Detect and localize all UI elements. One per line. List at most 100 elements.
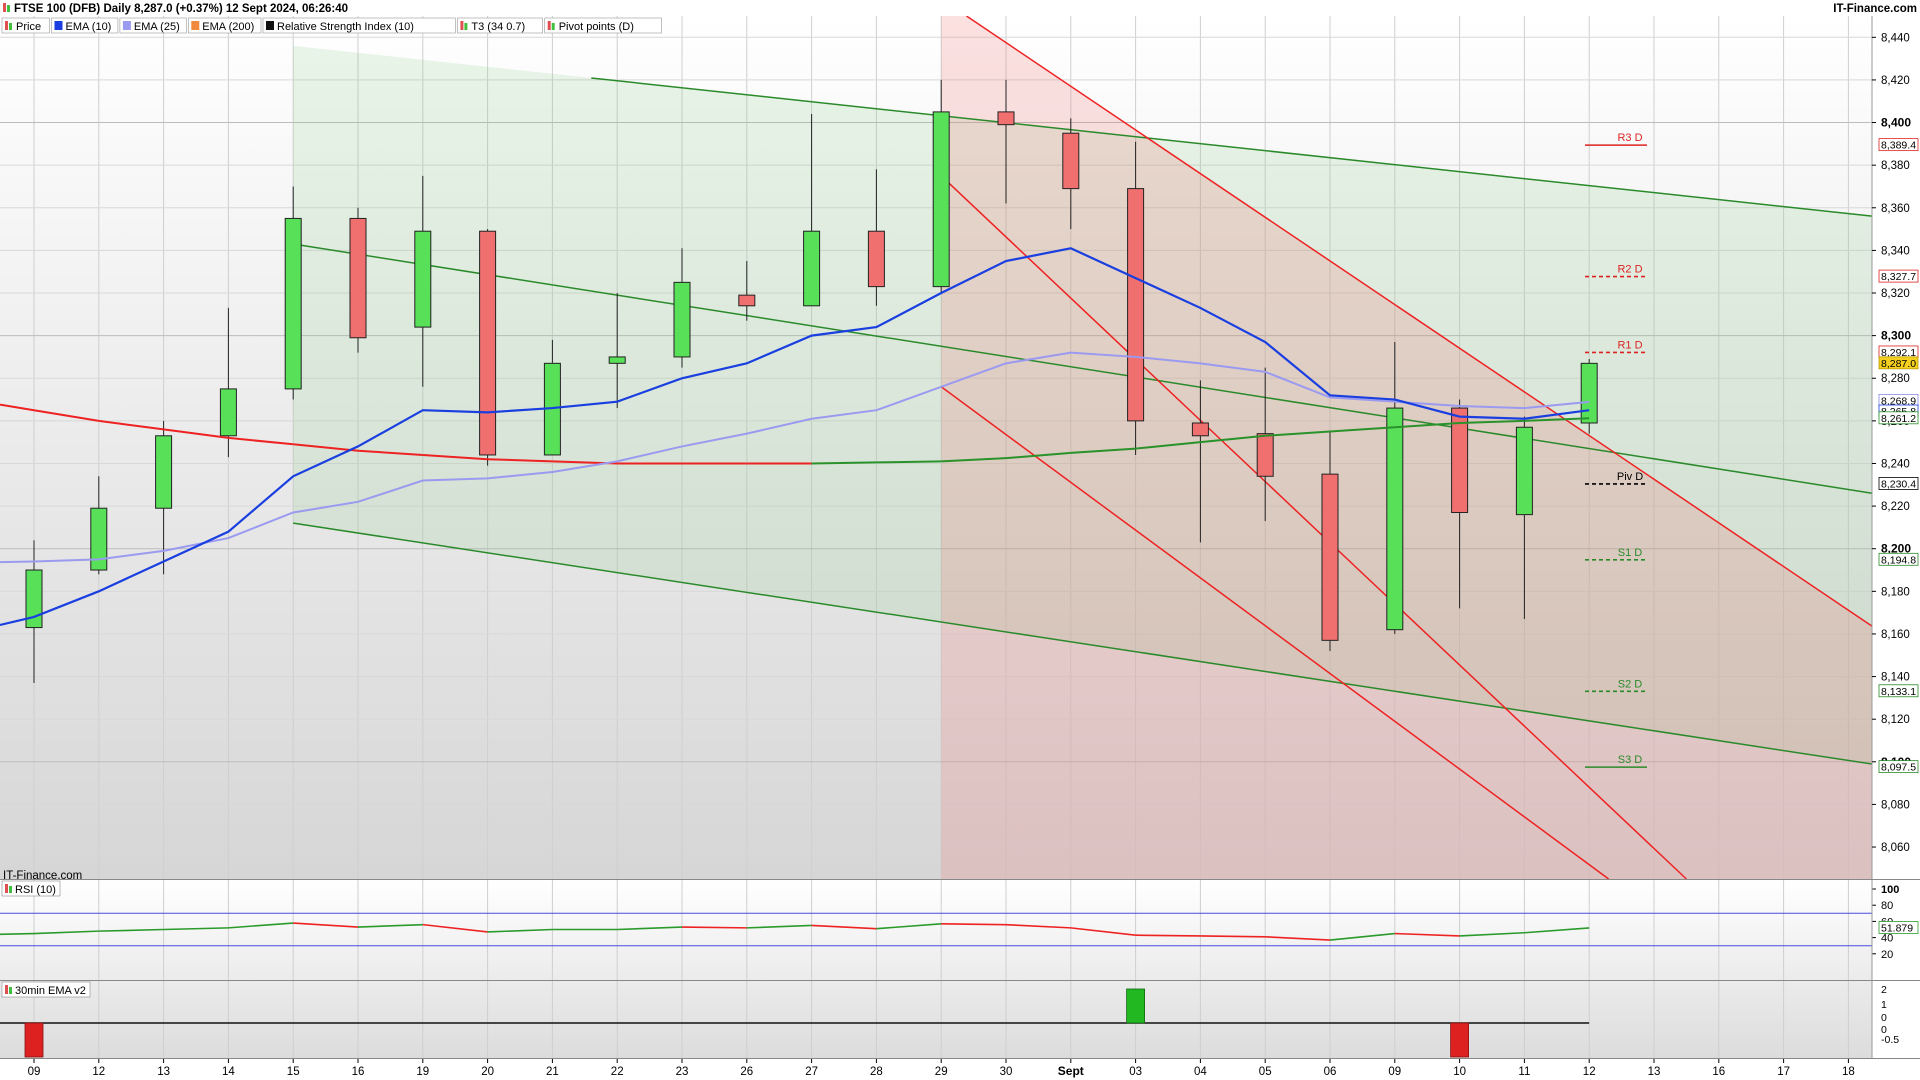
candle-icon-part <box>460 21 464 30</box>
ema30-y-tick-label: 2 <box>1881 984 1887 996</box>
x-tick-label: 13 <box>157 1066 170 1078</box>
legend-item-label: EMA (10) <box>66 21 112 33</box>
rsi-value-text: 51.879 <box>1881 922 1913 934</box>
candle-down <box>997 111 1015 126</box>
y-tick-label: 8,320 <box>1881 288 1910 300</box>
price-tag-text: 8,194.8 <box>1881 554 1916 566</box>
legend-item[interactable]: EMA (25) <box>119 17 187 34</box>
candle-icon-part <box>5 21 8 30</box>
legend-bar: Price EMA (10) EMA (25) EMA (200) Relative S… <box>1 17 662 34</box>
sub-pane-background <box>0 880 1872 1058</box>
color-swatch-icon <box>54 21 63 30</box>
rsi-label-box[interactable]: RSI (10) <box>1 880 61 897</box>
pivot-label: R2 D <box>1617 264 1642 276</box>
candle-down <box>1321 473 1339 641</box>
candle-down <box>349 217 367 339</box>
y-tick-label: 8,140 <box>1881 672 1910 684</box>
x-tick-label: 11 <box>1518 1066 1530 1078</box>
candle-up <box>1515 426 1533 516</box>
ema30-bar-negative <box>1450 1022 1469 1058</box>
y-tick-label: 8,340 <box>1881 245 1910 257</box>
candle-up <box>219 388 237 437</box>
y-tick-label: 8,240 <box>1881 458 1910 470</box>
x-tick-label: 22 <box>611 1066 624 1078</box>
pivot-label: S1 D <box>1618 547 1643 559</box>
y-tick-label: 8,060 <box>1881 842 1910 854</box>
watermark: IT-Finance.com <box>3 870 82 882</box>
candle-up <box>284 217 302 390</box>
pivot-label: S2 D <box>1618 678 1643 690</box>
ema30-label-box[interactable]: 30min EMA v2 <box>1 981 91 998</box>
ema30-pane-label: 30min EMA v2 <box>15 985 86 997</box>
rsi-line-segment <box>0 932 35 936</box>
x-tick-label: 06 <box>1324 1066 1337 1078</box>
price-tag-text: 8,389.4 <box>1881 140 1916 152</box>
candle-icon-part <box>9 23 12 30</box>
legend-item-label: Pivot points (D) <box>559 21 634 33</box>
candle-down <box>1191 422 1209 437</box>
x-tick-label: 09 <box>28 1066 41 1078</box>
candle-up <box>673 281 691 358</box>
ema30-bar-negative <box>24 1022 44 1058</box>
legend-item-label: EMA (25) <box>134 21 180 33</box>
x-tick-label: 28 <box>870 1066 883 1078</box>
x-tick-label: 04 <box>1194 1066 1207 1078</box>
candle-up <box>803 230 821 307</box>
candle-up <box>155 435 173 509</box>
candle-up <box>1580 362 1598 424</box>
y-tick-label: 8,120 <box>1881 714 1910 726</box>
x-tick-label: 17 <box>1777 1066 1790 1078</box>
candle-up <box>90 507 108 571</box>
price-tag-text: 8,327.7 <box>1881 271 1916 283</box>
legend-item[interactable]: Pivot points (D) <box>544 17 662 34</box>
ema30-y-tick-label: 0 <box>1881 1012 1887 1024</box>
price-tag-text: 8,097.5 <box>1881 762 1916 774</box>
x-tick-label: 23 <box>676 1066 689 1078</box>
brand-label: IT-Finance.com <box>1833 3 1917 15</box>
candle-icon-part <box>547 21 551 30</box>
x-tick-label: 05 <box>1259 1066 1272 1078</box>
y-tick-label: 8,400 <box>1881 116 1911 130</box>
pivot-label: R1 D <box>1617 339 1642 351</box>
legend-item-label: Price <box>16 21 41 33</box>
y-tick-label: 8,080 <box>1881 799 1910 811</box>
y-tick-label: 8,160 <box>1881 629 1910 641</box>
x-tick-label: 19 <box>416 1066 429 1078</box>
candle-up <box>608 356 626 364</box>
x-tick-label: 14 <box>222 1066 235 1078</box>
x-tick-label: 16 <box>352 1066 365 1078</box>
candle-icon-part <box>464 23 468 30</box>
legend-item[interactable]: T3 (34 0.7) <box>457 17 543 34</box>
chart-canvas: R3 DR2 DR1 DPiv DS1 DS2 DS3 D 1008060402… <box>0 0 1920 1080</box>
rsi-line-segment <box>1200 935 1266 938</box>
legend-item-label: Relative Strength Index (10) <box>277 21 414 33</box>
rsi-line-segment <box>941 923 1007 926</box>
x-tick-label: Sept <box>1058 1064 1084 1078</box>
legend-item[interactable]: Relative Strength Index (10) <box>262 17 456 34</box>
ema30-y-tick-label: -0.5 <box>1881 1034 1899 1046</box>
x-tick-label: 26 <box>740 1066 753 1078</box>
color-swatch-icon <box>191 21 200 30</box>
x-tick-label: 15 <box>287 1066 300 1078</box>
x-tick-label: 29 <box>935 1066 948 1078</box>
legend-item[interactable]: EMA (10) <box>51 17 119 34</box>
rsi-pane-label: RSI (10) <box>15 884 56 896</box>
candle-down <box>1127 188 1145 422</box>
candle-down <box>738 294 756 307</box>
rsi-y-tick-label: 20 <box>1881 949 1893 961</box>
color-swatch-icon <box>122 21 131 30</box>
legend-item[interactable]: EMA (200) <box>188 17 262 34</box>
y-tick-label: 8,440 <box>1881 32 1910 44</box>
y-tick-label: 8,220 <box>1881 501 1910 513</box>
y-tick-label: 8,280 <box>1881 373 1910 385</box>
y-tick-label: 8,420 <box>1881 75 1910 87</box>
candle-down <box>479 230 497 456</box>
rsi-line-segment <box>681 926 747 929</box>
x-tick-label: 10 <box>1453 1066 1466 1078</box>
legend-item-label: T3 (34 0.7) <box>471 21 525 33</box>
price-tag-text: 8,261.2 <box>1881 413 1916 425</box>
y-tick-label: 8,380 <box>1881 160 1910 172</box>
legend-item[interactable]: Price <box>1 17 50 34</box>
rsi-y-tick-label: 100 <box>1881 884 1899 896</box>
candle-up <box>932 111 950 288</box>
